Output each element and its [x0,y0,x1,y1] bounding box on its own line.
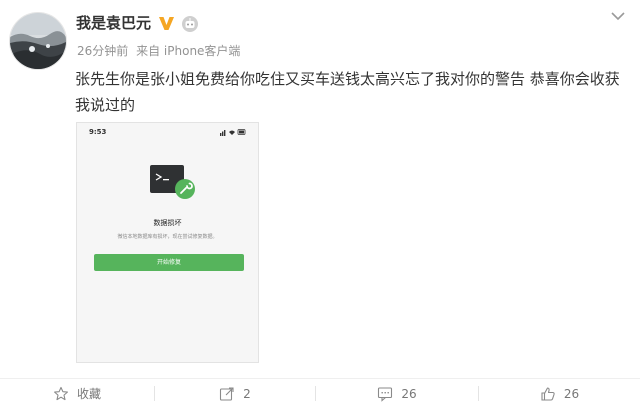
avatar[interactable] [9,12,67,70]
post-text: 张先生你是张小姐免费给你吃住又买车送钱太高兴忘了我对你的警告 恭喜你会收获我说过… [75,70,620,114]
terminal-repair-icon [150,165,195,199]
vip-badge-icon[interactable] [158,15,175,32]
image-description: 微信本地数据库有损坏，现在尝试修复数据。 [117,234,218,240]
repost-count: 2 [243,386,251,401]
star-icon [54,386,68,400]
chevron-down-icon[interactable] [610,10,626,22]
weibo-post-card: 我是袁巴元 26分钟前 来自 iPhone客户端 张先生你是张小姐免费给你吃住又… [0,0,640,408]
action-bar: 收藏 2 26 26 [0,379,640,408]
username[interactable]: 我是袁巴元 [76,13,151,33]
post-image[interactable]: 9:53 数据损坏 微信本地数据库有损坏，现在尝试修复数据。 开始修复 [76,122,259,363]
post-source[interactable]: 来自 iPhone客户端 [136,44,240,58]
favorite-label: 收藏 [76,387,101,401]
repost-icon [220,386,234,401]
post-time[interactable]: 26分钟前 [77,44,128,58]
comment-icon [378,386,393,402]
favorite-button[interactable]: 收藏 [0,379,154,408]
image-status-time: 9:53 [89,128,107,136]
robot-icon[interactable] [181,15,199,33]
image-title: 数据损坏 [153,219,182,227]
status-bar-icons [220,129,246,136]
comment-button[interactable]: 26 [316,379,478,408]
like-button[interactable]: 26 [479,379,640,408]
repost-button[interactable]: 2 [155,379,315,408]
thumbs-up-icon [541,386,555,401]
post-meta: 26分钟前 来自 iPhone客户端 [77,43,244,59]
like-count: 26 [563,386,580,401]
image-repair-button: 开始修复 [94,254,244,271]
comment-count: 26 [401,386,417,401]
avatar-image [10,13,66,69]
